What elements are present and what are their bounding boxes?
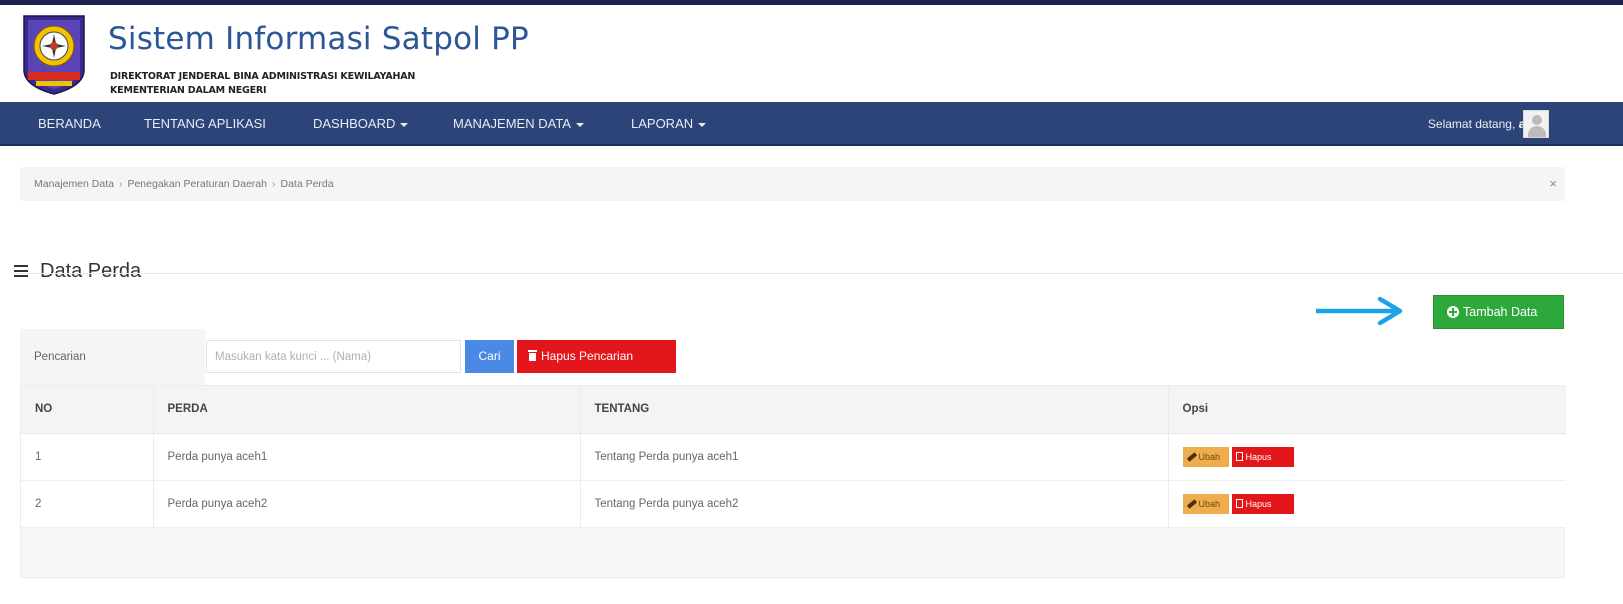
page-title: Data Perda: [40, 260, 142, 282]
cell-opsi: Ubah Hapus: [1167, 433, 1566, 481]
nav-dashboard-label: DASHBOARD: [313, 116, 396, 131]
menu-icon: [14, 265, 28, 277]
cell-perda: Perda punya aceh2: [152, 480, 580, 528]
app-title: Sistem Informasi Satpol PP: [108, 21, 529, 57]
column-header-no: NO: [21, 386, 153, 434]
cell-tentang: Tentang Perda punya aceh1: [579, 433, 1168, 481]
search-button[interactable]: Cari: [465, 340, 514, 373]
data-table-container: NO PERDA TENTANG Opsi 1 Perda punya aceh…: [20, 385, 1566, 578]
search-input[interactable]: [206, 340, 461, 373]
nav-tentang-aplikasi-label: TENTANG APLIKASI: [144, 116, 266, 131]
nav-beranda-label: BERANDA: [38, 116, 101, 131]
edit-button[interactable]: Ubah: [1182, 446, 1229, 467]
site-header: Sistem Informasi Satpol PP DIREKTORAT JE…: [0, 5, 1623, 102]
delete-button-label: Hapus: [1245, 451, 1272, 462]
header-divider: [14, 273, 1623, 274]
nav-laporan[interactable]: LAPORAN: [631, 102, 707, 146]
delete-button[interactable]: Hapus: [1231, 493, 1294, 514]
pencil-icon: [1186, 498, 1197, 509]
caret-down-icon: [400, 122, 409, 127]
table-header-row: NO PERDA TENTANG Opsi: [21, 386, 1566, 434]
data-table: NO PERDA TENTANG Opsi 1 Perda punya aceh…: [21, 386, 1566, 528]
breadcrumb-separator: ›: [271, 178, 276, 190]
nav-manajemen-data-label: MANAJEMEN DATA: [453, 116, 571, 131]
trash-icon: [1235, 498, 1243, 508]
breadcrumb: Manajemen Data › Penegakan Peraturan Daera…: [34, 167, 334, 201]
clear-search-button-label: Hapus Pencarian: [541, 349, 634, 363]
user-avatar-icon[interactable]: [1523, 110, 1549, 138]
column-header-tentang: TENTANG: [579, 386, 1168, 434]
cell-opsi: Ubah Hapus: [1167, 480, 1566, 528]
clear-search-button[interactable]: Hapus Pencarian: [517, 340, 676, 373]
breadcrumb-bar: Manajemen Data › Penegakan Peraturan Daera…: [20, 167, 1565, 201]
edit-button-label: Ubah: [1198, 451, 1221, 462]
nav-tentang-aplikasi[interactable]: TENTANG APLIKASI: [144, 102, 266, 146]
nav-beranda[interactable]: BERANDA: [38, 102, 101, 146]
search-label-box: Pencarian: [20, 329, 205, 385]
column-header-perda: PERDA: [152, 386, 580, 434]
table-row: 1 Perda punya aceh1 Tentang Perda punya …: [21, 433, 1566, 481]
delete-button-label: Hapus: [1245, 498, 1272, 509]
nav-dashboard[interactable]: DASHBOARD: [313, 102, 409, 146]
arrow-right-icon: [1316, 296, 1403, 326]
nav-laporan-label: LAPORAN: [631, 116, 694, 131]
plus-circle-icon: [1447, 306, 1459, 318]
trash-icon: [1235, 451, 1243, 461]
ministry-subtitle: KEMENTERIAN DALAM NEGERI: [110, 85, 267, 96]
column-header-opsi: Opsi: [1167, 386, 1566, 434]
main-navbar: BERANDA TENTANG APLIKASI DASHBOARD MANAJ…: [0, 102, 1623, 146]
breadcrumb-item-penegakan-perda[interactable]: Penegakan Peraturan Daerah: [127, 178, 267, 190]
cell-tentang: Tentang Perda punya aceh2: [579, 480, 1168, 528]
caret-down-icon: [698, 122, 707, 127]
caret-down-icon: [575, 122, 584, 127]
cell-no: 1: [21, 433, 153, 481]
breadcrumb-item-data-perda: Data Perda: [280, 178, 334, 190]
search-label: Pencarian: [34, 351, 86, 363]
trash-icon: [528, 350, 537, 361]
delete-button[interactable]: Hapus: [1231, 446, 1294, 467]
cell-no: 2: [21, 480, 153, 528]
breadcrumb-item-manajemen-data[interactable]: Manajemen Data: [34, 178, 114, 190]
edit-button[interactable]: Ubah: [1182, 493, 1229, 514]
directorate-subtitle: DIREKTORAT JENDERAL BINA ADMINISTRASI KE…: [110, 71, 416, 82]
add-data-button[interactable]: Tambah Data: [1433, 295, 1564, 329]
edit-button-label: Ubah: [1198, 498, 1221, 509]
table-row: 2 Perda punya aceh2 Tentang Perda punya …: [21, 480, 1566, 528]
pencil-icon: [1186, 451, 1197, 462]
breadcrumb-separator: ›: [118, 178, 123, 190]
nav-manajemen-data[interactable]: MANAJEMEN DATA: [453, 102, 584, 146]
cell-perda: Perda punya aceh1: [152, 433, 580, 481]
satpol-pp-logo: [23, 15, 85, 95]
close-icon[interactable]: ×: [1549, 167, 1557, 201]
add-data-button-label: Tambah Data: [1463, 305, 1538, 319]
welcome-text: Selamat datang,: [1427, 117, 1516, 131]
